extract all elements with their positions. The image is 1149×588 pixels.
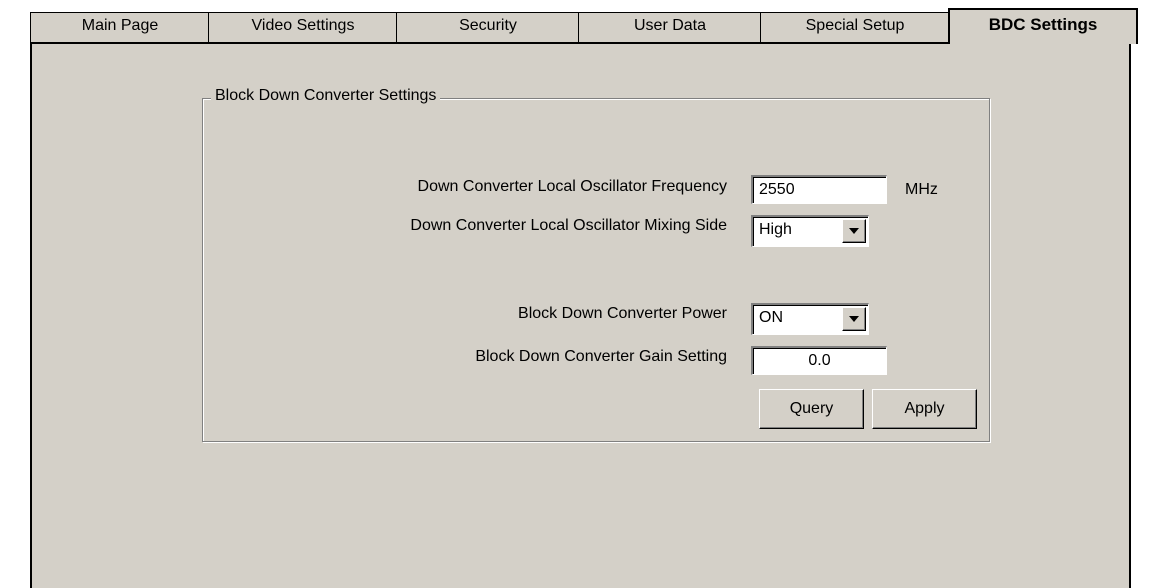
gain-label: Block Down Converter Gain Setting xyxy=(475,348,727,365)
power-value: ON xyxy=(759,309,783,326)
tab-security[interactable]: Security xyxy=(396,12,580,42)
tab-special-setup[interactable]: Special Setup xyxy=(760,12,950,42)
lo-mixing-side-select[interactable]: High xyxy=(751,215,869,247)
tab-label: User Data xyxy=(633,17,707,34)
tab-panel: Block Down Converter Settings Down Conve… xyxy=(30,42,1131,588)
tab-label: Security xyxy=(459,17,517,34)
lo-frequency-input[interactable]: 2550 xyxy=(751,175,887,204)
lo-frequency-value: 2550 xyxy=(759,181,795,198)
chevron-down-icon xyxy=(849,228,859,234)
tab-strip: Main Page Video Settings Security User D… xyxy=(30,8,1138,44)
bdc-settings-group: Block Down Converter Settings Down Conve… xyxy=(202,87,990,442)
dropdown-button[interactable] xyxy=(842,307,866,331)
dropdown-button[interactable] xyxy=(842,219,866,243)
chevron-down-icon xyxy=(849,316,859,322)
lo-frequency-unit: MHz xyxy=(905,181,938,198)
power-select[interactable]: ON xyxy=(751,303,869,335)
gain-value: 0.0 xyxy=(808,352,831,369)
lo-frequency-label: Down Converter Local Oscillator Frequenc… xyxy=(417,178,727,195)
tab-label: Main Page xyxy=(81,17,159,34)
gain-input[interactable]: 0.0 xyxy=(751,346,887,375)
lo-mixing-side-value: High xyxy=(759,221,792,238)
tab-label: Special Setup xyxy=(805,17,905,34)
tab-bdc-settings[interactable]: BDC Settings xyxy=(948,8,1138,44)
query-button[interactable]: Query xyxy=(759,389,864,429)
lo-mixing-side-label: Down Converter Local Oscillator Mixing S… xyxy=(410,217,727,234)
tab-label: Video Settings xyxy=(251,17,355,34)
group-title: Block Down Converter Settings xyxy=(211,87,441,105)
tab-label: BDC Settings xyxy=(988,15,1098,34)
tab-video-settings[interactable]: Video Settings xyxy=(208,12,398,42)
tab-main-page[interactable]: Main Page xyxy=(30,12,210,42)
apply-button[interactable]: Apply xyxy=(872,389,977,429)
power-label: Block Down Converter Power xyxy=(518,305,727,322)
tab-user-data[interactable]: User Data xyxy=(578,12,762,42)
